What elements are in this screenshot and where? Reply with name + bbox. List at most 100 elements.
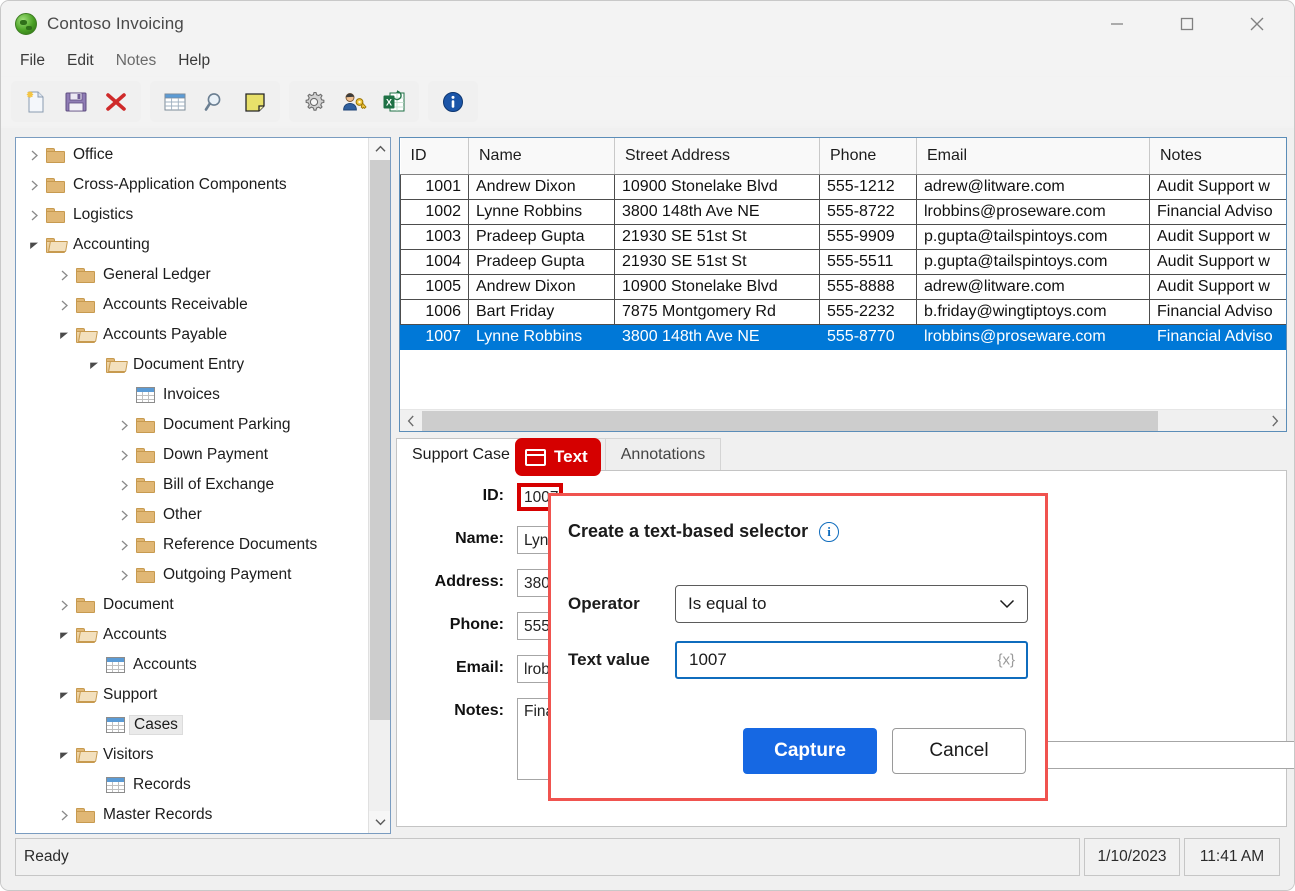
- chevron-down-icon[interactable]: [56, 747, 72, 763]
- table-cell-phone[interactable]: 555-8888: [820, 274, 917, 299]
- variable-token-icon[interactable]: {x}: [997, 652, 1015, 669]
- settings-gear-icon[interactable]: [297, 85, 331, 118]
- table-cell-name[interactable]: Andrew Dixon: [469, 274, 615, 299]
- table-row[interactable]: 1005Andrew Dixon10900 Stonelake Blvd555-…: [401, 274, 1288, 299]
- table-cell-id[interactable]: 1001: [401, 174, 469, 199]
- table-cell-name[interactable]: Pradeep Gupta: [469, 224, 615, 249]
- table-cell-id[interactable]: 1004: [401, 249, 469, 274]
- table-icon[interactable]: [158, 85, 192, 118]
- table-cell-id[interactable]: 1005: [401, 274, 469, 299]
- menu-item-help[interactable]: Help: [169, 49, 219, 73]
- chevron-down-icon[interactable]: [56, 327, 72, 343]
- column-header[interactable]: Notes: [1150, 138, 1288, 174]
- table-cell-email[interactable]: lrobbins@proseware.com: [917, 324, 1150, 349]
- records-table[interactable]: IDNameStreet AddressPhoneEmailNotes1001A…: [400, 138, 1287, 350]
- chevron-right-icon[interactable]: [1264, 410, 1286, 432]
- table-row[interactable]: 1004Pradeep Gupta21930 SE 51st St555-551…: [401, 249, 1288, 274]
- table-cell-notes[interactable]: Audit Support w: [1150, 249, 1288, 274]
- chevron-right-icon[interactable]: [116, 567, 132, 583]
- grid-scrollbar-thumb[interactable]: [422, 411, 1158, 431]
- tree-scroll-area[interactable]: OfficeCross-Application ComponentsLogist…: [16, 138, 368, 833]
- table-cell-phone[interactable]: 555-2232: [820, 299, 917, 324]
- chevron-left-icon[interactable]: [400, 410, 422, 432]
- table-cell-address[interactable]: 10900 Stonelake Blvd: [615, 174, 820, 199]
- table-cell-name[interactable]: Andrew Dixon: [469, 174, 615, 199]
- menu-item-file[interactable]: File: [11, 49, 54, 73]
- column-header[interactable]: Name: [469, 138, 615, 174]
- table-cell-notes[interactable]: Financial Adviso: [1150, 199, 1288, 224]
- search-icon[interactable]: [198, 85, 232, 118]
- chevron-down-icon[interactable]: [86, 357, 102, 373]
- table-cell-notes[interactable]: Financial Adviso: [1150, 324, 1288, 349]
- chevron-right-icon[interactable]: [56, 597, 72, 613]
- table-cell-phone[interactable]: 555-5511: [820, 249, 917, 274]
- tree-node[interactable]: Cross-Application Components: [16, 170, 368, 200]
- chevron-right-icon[interactable]: [26, 147, 42, 163]
- tree-node[interactable]: Invoices: [16, 380, 368, 410]
- table-cell-phone[interactable]: 555-1212: [820, 174, 917, 199]
- capture-button[interactable]: Capture: [743, 728, 877, 774]
- tree-node[interactable]: Accounts Payable: [16, 320, 368, 350]
- table-cell-phone[interactable]: 555-9909: [820, 224, 917, 249]
- table-cell-name[interactable]: Bart Friday: [469, 299, 615, 324]
- scroll-down-icon[interactable]: [369, 811, 391, 833]
- tree-node[interactable]: Support: [16, 680, 368, 710]
- tree-node[interactable]: Master Records: [16, 800, 368, 830]
- tree-node[interactable]: Outgoing Payment: [16, 560, 368, 590]
- grid-horizontal-scrollbar[interactable]: [400, 409, 1286, 431]
- tree-node[interactable]: Accounts: [16, 620, 368, 650]
- tree-node[interactable]: Office: [16, 140, 368, 170]
- operator-dropdown[interactable]: Is equal to: [675, 585, 1028, 623]
- table-cell-email[interactable]: b.friday@wingtiptoys.com: [917, 299, 1150, 324]
- table-cell-address[interactable]: 21930 SE 51st St: [615, 249, 820, 274]
- tree-node[interactable]: Down Payment: [16, 440, 368, 470]
- info-circle-icon[interactable]: i: [819, 522, 839, 542]
- note-icon[interactable]: [238, 85, 272, 118]
- tree-node[interactable]: Other: [16, 500, 368, 530]
- column-header[interactable]: Phone: [820, 138, 917, 174]
- minimize-icon[interactable]: [1094, 1, 1140, 46]
- menu-item-notes[interactable]: Notes: [107, 49, 166, 73]
- users-permissions-icon[interactable]: [337, 85, 371, 118]
- tree-node[interactable]: Document Entry: [16, 350, 368, 380]
- info-icon[interactable]: [436, 85, 470, 118]
- new-document-icon[interactable]: [19, 85, 53, 118]
- tree-vertical-scrollbar[interactable]: [368, 138, 390, 833]
- text-selector-badge[interactable]: Text: [515, 438, 601, 476]
- chevron-down-icon[interactable]: [26, 237, 42, 253]
- export-excel-icon[interactable]: X: [377, 85, 411, 118]
- chevron-right-icon[interactable]: [116, 507, 132, 523]
- table-cell-id[interactable]: 1007: [401, 324, 469, 349]
- table-row[interactable]: 1002Lynne Robbins3800 148th Ave NE555-87…: [401, 199, 1288, 224]
- chevron-down-icon[interactable]: [56, 687, 72, 703]
- tree-node[interactable]: Reference Documents: [16, 530, 368, 560]
- table-cell-email[interactable]: p.gupta@tailspintoys.com: [917, 224, 1150, 249]
- table-cell-email[interactable]: p.gupta@tailspintoys.com: [917, 249, 1150, 274]
- tree-node[interactable]: Logistics: [16, 200, 368, 230]
- table-cell-id[interactable]: 1006: [401, 299, 469, 324]
- table-cell-notes[interactable]: Financial Adviso: [1150, 299, 1288, 324]
- table-cell-address[interactable]: 10900 Stonelake Blvd: [615, 274, 820, 299]
- chevron-right-icon[interactable]: [26, 177, 42, 193]
- table-cell-phone[interactable]: 555-8722: [820, 199, 917, 224]
- tree-node[interactable]: Accounting: [16, 230, 368, 260]
- chevron-right-icon[interactable]: [56, 297, 72, 313]
- tab-annotations[interactable]: Annotations: [605, 438, 722, 471]
- chevron-right-icon[interactable]: [116, 417, 132, 433]
- chevron-right-icon[interactable]: [26, 207, 42, 223]
- table-cell-name[interactable]: Pradeep Gupta: [469, 249, 615, 274]
- cancel-button[interactable]: Cancel: [892, 728, 1026, 774]
- table-cell-address[interactable]: 7875 Montgomery Rd: [615, 299, 820, 324]
- maximize-icon[interactable]: [1164, 1, 1210, 46]
- column-header[interactable]: Email: [917, 138, 1150, 174]
- delete-icon[interactable]: [99, 85, 133, 118]
- tree-node[interactable]: General Ledger: [16, 260, 368, 290]
- table-cell-id[interactable]: 1003: [401, 224, 469, 249]
- table-cell-id[interactable]: 1002: [401, 199, 469, 224]
- chevron-right-icon[interactable]: [56, 807, 72, 823]
- chevron-right-icon[interactable]: [116, 477, 132, 493]
- table-cell-notes[interactable]: Audit Support w: [1150, 174, 1288, 199]
- chevron-right-icon[interactable]: [116, 537, 132, 553]
- chevron-right-icon[interactable]: [116, 447, 132, 463]
- table-row[interactable]: 1007Lynne Robbins3800 148th Ave NE555-87…: [401, 324, 1288, 349]
